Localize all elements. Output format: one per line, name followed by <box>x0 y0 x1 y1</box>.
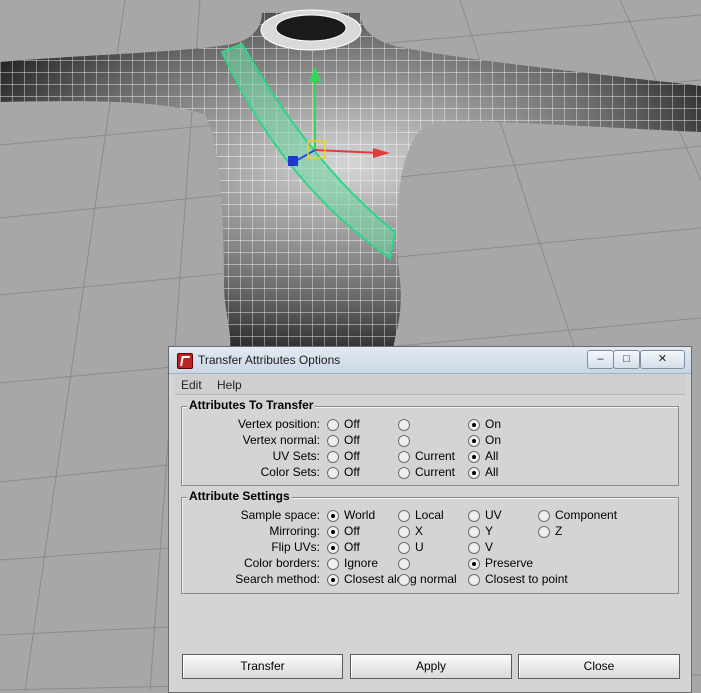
option-row: Mirroring: Off X Y Z <box>182 524 678 540</box>
radio-button[interactable] <box>468 526 480 538</box>
radio-label: On <box>485 433 502 447</box>
radio-label: X <box>415 524 424 538</box>
row-label: Mirroring: <box>269 524 320 538</box>
radio-label: U <box>415 540 424 554</box>
row-label: Vertex normal: <box>242 433 320 447</box>
window-title: Transfer Attributes Options <box>198 353 341 367</box>
radio-button[interactable] <box>468 451 480 463</box>
radio-button[interactable] <box>327 510 339 522</box>
radio-label: Current <box>415 465 456 479</box>
attributes-to-transfer-frame: Attributes To Transfer Vertex position: O… <box>181 398 679 486</box>
radio-button[interactable] <box>538 510 550 522</box>
transfer-button[interactable]: Transfer <box>182 654 343 679</box>
option-row: Color Sets: Off Current All <box>182 465 678 481</box>
radio-button[interactable] <box>398 510 410 522</box>
minimize-icon: – <box>597 353 604 365</box>
character-mesh[interactable] <box>0 9 701 350</box>
option-row: Vertex normal: Off On <box>182 433 678 449</box>
radio-button[interactable] <box>468 419 480 431</box>
dialog-content: Attributes To Transfer Vertex position: O… <box>175 396 685 692</box>
radio-label: Closest to point <box>485 572 568 586</box>
radio-label: On <box>485 417 502 431</box>
radio-label: Preserve <box>485 556 534 570</box>
radio-button[interactable] <box>327 574 339 586</box>
maya-app-icon <box>177 353 193 369</box>
radio-button[interactable] <box>327 467 339 479</box>
transfer-attributes-dialog: Transfer Attributes Options – □ ✕ Edit H… <box>168 346 692 693</box>
apply-button[interactable]: Apply <box>350 654 512 679</box>
radio-label: Off <box>344 540 360 554</box>
radio-label: Y <box>485 524 494 538</box>
radio-label: Off <box>344 433 360 447</box>
radio-button[interactable] <box>468 510 480 522</box>
radio-button[interactable] <box>327 419 339 431</box>
radio-button[interactable] <box>398 451 410 463</box>
row-label: Vertex position: <box>237 417 320 431</box>
radio-button[interactable] <box>327 451 339 463</box>
row-label: Search method: <box>235 572 320 586</box>
radio-button[interactable] <box>468 558 480 570</box>
menu-bar: Edit Help <box>175 375 685 395</box>
radio-label: World <box>344 508 376 522</box>
option-row: Flip UVs: Off U V <box>182 540 678 556</box>
radio-button[interactable] <box>398 526 410 538</box>
radio-label: All <box>485 449 499 463</box>
radio-label: Local <box>415 508 444 522</box>
radio-button[interactable] <box>327 558 339 570</box>
row-label: UV Sets: <box>272 449 320 463</box>
radio-button[interactable] <box>398 435 410 447</box>
option-row: Search method:Closest along normalCloses… <box>182 572 678 588</box>
radio-button[interactable] <box>538 526 550 538</box>
option-row: Sample space: World Local UV Component <box>182 508 678 524</box>
radio-button[interactable] <box>398 542 410 554</box>
section-title-attributes-to-transfer: Attributes To Transfer <box>187 398 316 412</box>
title-bar[interactable]: Transfer Attributes Options – □ ✕ <box>169 347 691 374</box>
radio-button[interactable] <box>468 574 480 586</box>
row-label: Color borders: <box>243 556 320 570</box>
radio-button[interactable] <box>468 542 480 554</box>
radio-label: UV <box>485 508 502 522</box>
radio-label: Component <box>555 508 618 522</box>
close-icon: ✕ <box>657 353 668 365</box>
radio-button[interactable] <box>468 467 480 479</box>
option-row: Vertex position: Off On <box>182 417 678 433</box>
radio-label: Ignore <box>344 556 379 570</box>
radio-label: Off <box>344 449 360 463</box>
option-row: UV Sets: Off Current All <box>182 449 678 465</box>
radio-button[interactable] <box>398 419 410 431</box>
row-label: Color Sets: <box>260 465 320 479</box>
radio-button[interactable] <box>327 435 339 447</box>
radio-label: V <box>485 540 494 554</box>
section-title-attribute-settings: Attribute Settings <box>187 489 292 503</box>
close-window-button[interactable]: ✕ <box>640 350 685 369</box>
row-label: Flip UVs: <box>271 540 320 554</box>
radio-button[interactable] <box>327 526 339 538</box>
maximize-icon: □ <box>623 353 630 365</box>
radio-button[interactable] <box>327 542 339 554</box>
option-row: Color borders: Ignore Preserve <box>182 556 678 572</box>
radio-label: Off <box>344 465 360 479</box>
radio-label: Z <box>555 524 563 538</box>
row-label: Sample space: <box>240 508 320 522</box>
radio-label: All <box>485 465 499 479</box>
attribute-settings-frame: Attribute Settings Sample space: World Loc… <box>181 489 679 594</box>
minimize-button[interactable]: – <box>587 350 614 369</box>
radio-label: Current <box>415 449 456 463</box>
maximize-button[interactable]: □ <box>613 350 640 369</box>
close-button[interactable]: Close <box>518 654 680 679</box>
radio-label: Off <box>344 524 360 538</box>
radio-button[interactable] <box>398 558 410 570</box>
radio-button[interactable] <box>398 467 410 479</box>
menu-edit[interactable]: Edit <box>181 378 202 392</box>
radio-label: Off <box>344 417 360 431</box>
menu-help[interactable]: Help <box>217 378 242 392</box>
radio-button[interactable] <box>398 574 410 586</box>
radio-button[interactable] <box>468 435 480 447</box>
